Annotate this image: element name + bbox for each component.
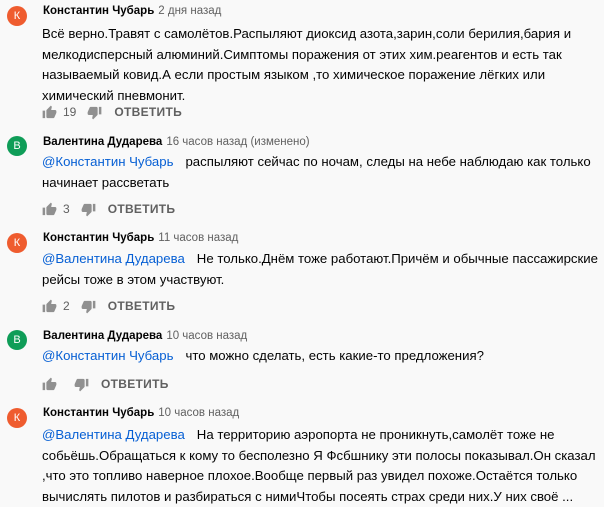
mention-link[interactable]: @Валентина Дударева	[42, 427, 185, 442]
comment-header: Валентина Дударева 16 часов назад (измене…	[43, 136, 310, 148]
comment-text: @Валентина Дударева На территорию аэропор…	[42, 425, 602, 507]
comment-body-text: что можно сделать, есть какие-то предлож…	[185, 348, 484, 363]
author-name[interactable]: Валентина Дударева	[43, 136, 162, 148]
comment-actions: 3 ОТВЕТИТЬ	[42, 200, 175, 218]
comment-header: Константин Чубарь 11 часов назад	[43, 232, 238, 244]
timestamp[interactable]: 11 часов назад	[158, 232, 238, 244]
comment-header: Константин Чубарь 10 часов назад	[43, 407, 239, 419]
comment-body-text: Всё верно.Травят с самолётов.Распыляют д…	[42, 26, 572, 103]
comment-header: Константин Чубарь 2 дня назад	[43, 5, 221, 17]
like-count: 3	[63, 202, 70, 216]
avatar[interactable]: В	[7, 136, 27, 156]
avatar[interactable]: К	[7, 233, 27, 253]
author-name[interactable]: Валентина Дударева	[43, 330, 162, 342]
thumbs-down-icon[interactable]	[87, 105, 102, 120]
mention-link[interactable]: @Константин Чубарь	[42, 348, 173, 363]
reply-button[interactable]: ОТВЕТИТЬ	[108, 299, 176, 313]
comment-header: Валентина Дударева 10 часов назад	[43, 330, 247, 342]
comment-actions: 2 ОТВЕТИТЬ	[42, 297, 175, 315]
reply-button[interactable]: ОТВЕТИТЬ	[108, 202, 176, 216]
author-name[interactable]: Константин Чубарь	[43, 5, 154, 17]
comment-text: @Константин Чубарь распыляют сейчас по но…	[42, 152, 602, 193]
comment-text: Всё верно.Травят с самолётов.Распыляют д…	[42, 24, 602, 106]
timestamp[interactable]: 10 часов назад	[166, 330, 247, 342]
like-count: 19	[63, 105, 77, 119]
author-name[interactable]: Константин Чубарь	[43, 232, 154, 244]
mention-link[interactable]: @Валентина Дударева	[42, 251, 185, 266]
avatar[interactable]: К	[7, 408, 27, 428]
avatar[interactable]: К	[7, 6, 27, 26]
thumbs-down-icon[interactable]	[74, 377, 89, 392]
thumbs-up-icon[interactable]	[42, 299, 57, 314]
thumbs-up-icon[interactable]	[42, 377, 57, 392]
thumbs-up-icon[interactable]	[42, 202, 57, 217]
comment-text: @Константин Чубарь что можно сделать, ест…	[42, 346, 602, 367]
comment-actions: ОТВЕТИТЬ	[42, 375, 169, 393]
thumbs-down-icon[interactable]	[81, 202, 96, 217]
reply-button[interactable]: ОТВЕТИТЬ	[101, 377, 169, 391]
mention-link[interactable]: @Константин Чубарь	[42, 154, 173, 169]
timestamp[interactable]: 2 дня назад	[158, 5, 221, 17]
timestamp[interactable]: 10 часов назад	[158, 407, 239, 419]
author-name[interactable]: Константин Чубарь	[43, 407, 154, 419]
thumbs-up-icon[interactable]	[42, 105, 57, 120]
reply-button[interactable]: ОТВЕТИТЬ	[114, 105, 182, 119]
thumbs-down-icon[interactable]	[81, 299, 96, 314]
timestamp[interactable]: 16 часов назад (изменено)	[166, 136, 309, 148]
comment-actions: 19 ОТВЕТИТЬ	[42, 103, 182, 121]
comment-text: @Валентина Дударева Не только.Днём тоже р…	[42, 249, 602, 290]
avatar[interactable]: В	[7, 330, 27, 350]
like-count: 2	[63, 299, 70, 313]
